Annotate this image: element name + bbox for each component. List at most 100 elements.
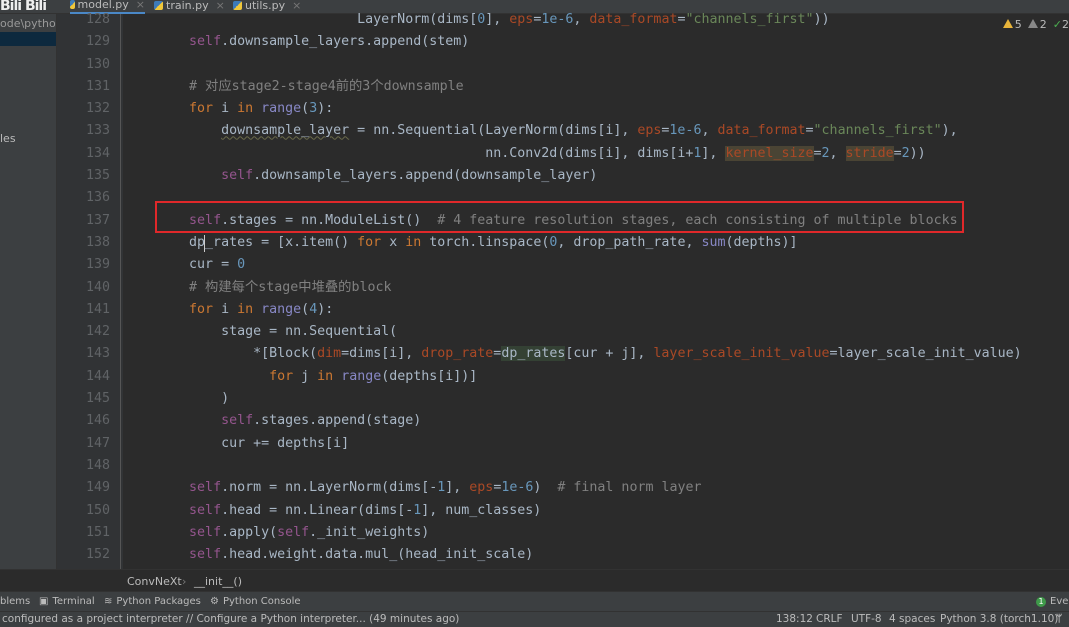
code-token: .head.weight.data.mul_(head_init_scale) (221, 547, 534, 563)
code-token: stride (845, 145, 894, 161)
status-bar: configured as a project interpreter // C… (0, 611, 1069, 627)
code-token: ), (941, 123, 958, 139)
code-token: .head = nn.Linear(dims[- (221, 502, 414, 518)
code-token: self (189, 34, 222, 50)
status-message[interactable]: configured as a project interpreter // C… (2, 613, 459, 625)
code-line[interactable]: 128 LayerNorm(dims[0], eps=1e-6, data_fo… (57, 9, 1069, 31)
weak-warning-count[interactable]: 2 (1027, 18, 1047, 31)
code-token: # final norm layer (557, 480, 702, 496)
terminal-icon: ▣ (39, 596, 49, 607)
code-line[interactable]: 131 # 对应stage2-stage4前的3个downsample (57, 76, 1069, 98)
code-token: sum (701, 234, 726, 250)
code-line[interactable]: 144 for j in range(depths[i])] (57, 366, 1069, 388)
project-tree-item[interactable]: les (0, 132, 16, 145)
problems-tab[interactable]: blems (0, 596, 30, 607)
code-token: , (829, 145, 846, 161)
tool-window-bar: blems ▣ Terminal ≋ Python Packages ⚙ Python… (0, 591, 1069, 611)
code-line[interactable]: 130 (57, 54, 1069, 76)
inspection-widget[interactable]: 5 2 ✓2 (1002, 18, 1069, 31)
line-number: 132 (85, 101, 110, 117)
code-token: = (893, 145, 902, 161)
code-token: ): (317, 101, 334, 117)
code-token: 0 (237, 257, 246, 273)
code-line[interactable]: 132 for i in range(3): (57, 98, 1069, 120)
warning-count[interactable]: 5 (1002, 18, 1022, 31)
code-line[interactable]: 139 cur = 0 (57, 254, 1069, 276)
breadcrumb-class[interactable]: ConvNeXt (127, 575, 182, 588)
file-encoding[interactable]: UTF-8 (851, 613, 882, 625)
line-separator[interactable]: CRLF (816, 613, 843, 625)
code-line[interactable]: 133 downsample_layer = nn.Sequential(Lay… (57, 120, 1069, 142)
code-line[interactable]: 151 self.apply(self._init_weights) (57, 522, 1069, 544)
code-token: in (237, 101, 254, 117)
code-line[interactable]: 140 # 构建每个stage中堆叠的block (57, 277, 1069, 299)
line-number: 149 (85, 480, 110, 496)
layers-icon: ≋ (104, 596, 113, 607)
python-packages-tab[interactable]: ≋ Python Packages (104, 596, 201, 607)
line-number: 139 (85, 257, 110, 273)
code-line[interactable]: 150 self.head = nn.Linear(dims[-1], num_… (57, 500, 1069, 522)
git-branch-icon[interactable]: ᛘ (1056, 613, 1062, 625)
code-text: self.norm = nn.LayerNorm(dims[-1], eps=1… (125, 477, 702, 499)
code-token: downsample_layer (221, 123, 350, 139)
indent-setting[interactable]: 4 spaces (889, 613, 935, 625)
selected-tree-item[interactable] (0, 32, 56, 46)
code-token: ( (301, 101, 310, 117)
code-text: LayerNorm(dims[0], eps=1e-6, data_format… (125, 9, 829, 31)
ok-count[interactable]: ✓2 (1053, 18, 1069, 31)
code-token: (depths[i])] (381, 368, 478, 384)
code-token: layer_scale_init_value (653, 346, 830, 362)
code-text: downsample_layer = nn.Sequential(LayerNo… (125, 120, 958, 142)
breadcrumb-method[interactable]: __init__() (194, 575, 242, 588)
code-text: self.head.weight.data.mul_(head_init_sca… (125, 544, 533, 566)
code-line[interactable]: 147 cur += depths[i] (57, 433, 1069, 455)
python-console-tab[interactable]: ⚙ Python Console (210, 596, 301, 607)
code-line[interactable]: 135 self.downsample_layers.append(downsa… (57, 165, 1069, 187)
cursor-position[interactable]: 138:12 (776, 613, 813, 625)
code-token: "channels_first" (685, 12, 814, 27)
code-line[interactable]: 134 nn.Conv2d(dims[i], dims[i+1], kernel… (57, 143, 1069, 165)
code-token: dp_rates = [x.item() (125, 234, 358, 250)
code-line[interactable]: 149 self.norm = nn.LayerNorm(dims[-1], e… (57, 477, 1069, 499)
line-number: 146 (85, 413, 110, 429)
code-token: 1e-6 (501, 480, 534, 496)
code-editor[interactable]: 128 LayerNorm(dims[0], eps=1e-6, data_fo… (57, 9, 1069, 566)
line-number: 130 (85, 56, 110, 72)
code-token: =dims[i], (341, 346, 422, 362)
highlight-annotation-box (155, 201, 964, 233)
code-token: 4 (309, 301, 318, 317)
breadcrumb-separator: › (182, 575, 187, 588)
code-token: *[Block( (125, 346, 318, 362)
code-line[interactable]: 142 stage = nn.Sequential( (57, 321, 1069, 343)
code-line[interactable]: 145 ) (57, 388, 1069, 410)
code-line[interactable]: 129 self.downsample_layers.append(stem) (57, 31, 1069, 53)
code-line[interactable]: 148 (57, 455, 1069, 477)
code-token: range (341, 368, 382, 384)
code-token: (depths)] (725, 234, 798, 250)
code-token: eps (637, 123, 662, 139)
code-line[interactable]: 143 *[Block(dim=dims[i], drop_rate=dp_ra… (57, 343, 1069, 365)
line-number: 136 (85, 190, 110, 206)
line-number: 128 (85, 12, 110, 27)
python-interpreter[interactable]: Python 3.8 (torch1.10) (940, 613, 1058, 625)
line-number: 147 (85, 435, 110, 451)
code-text: self.downsample_layers.append(stem) (125, 31, 469, 53)
event-log-tab[interactable]: 1 Even (1036, 596, 1069, 607)
code-token: eps (509, 12, 534, 27)
code-text: # 构建每个stage中堆叠的block (125, 277, 391, 299)
terminal-tab[interactable]: ▣ Terminal (39, 596, 95, 607)
code-token: ], num_classes) (421, 502, 542, 518)
code-line[interactable]: 141 for i in range(4): (57, 299, 1069, 321)
code-line[interactable]: 138 dp_rates = [x.item() for x in torch.… (57, 232, 1069, 254)
code-line[interactable]: 146 self.stages.append(stage) (57, 410, 1069, 432)
code-token: .downsample_layers.append(stem) (221, 34, 470, 50)
event-count-badge: 1 (1036, 596, 1046, 607)
code-line[interactable]: 152 self.head.weight.data.mul_(head_init… (57, 544, 1069, 566)
tab-label: Even (1050, 596, 1069, 607)
code-token: cur = (125, 257, 238, 273)
